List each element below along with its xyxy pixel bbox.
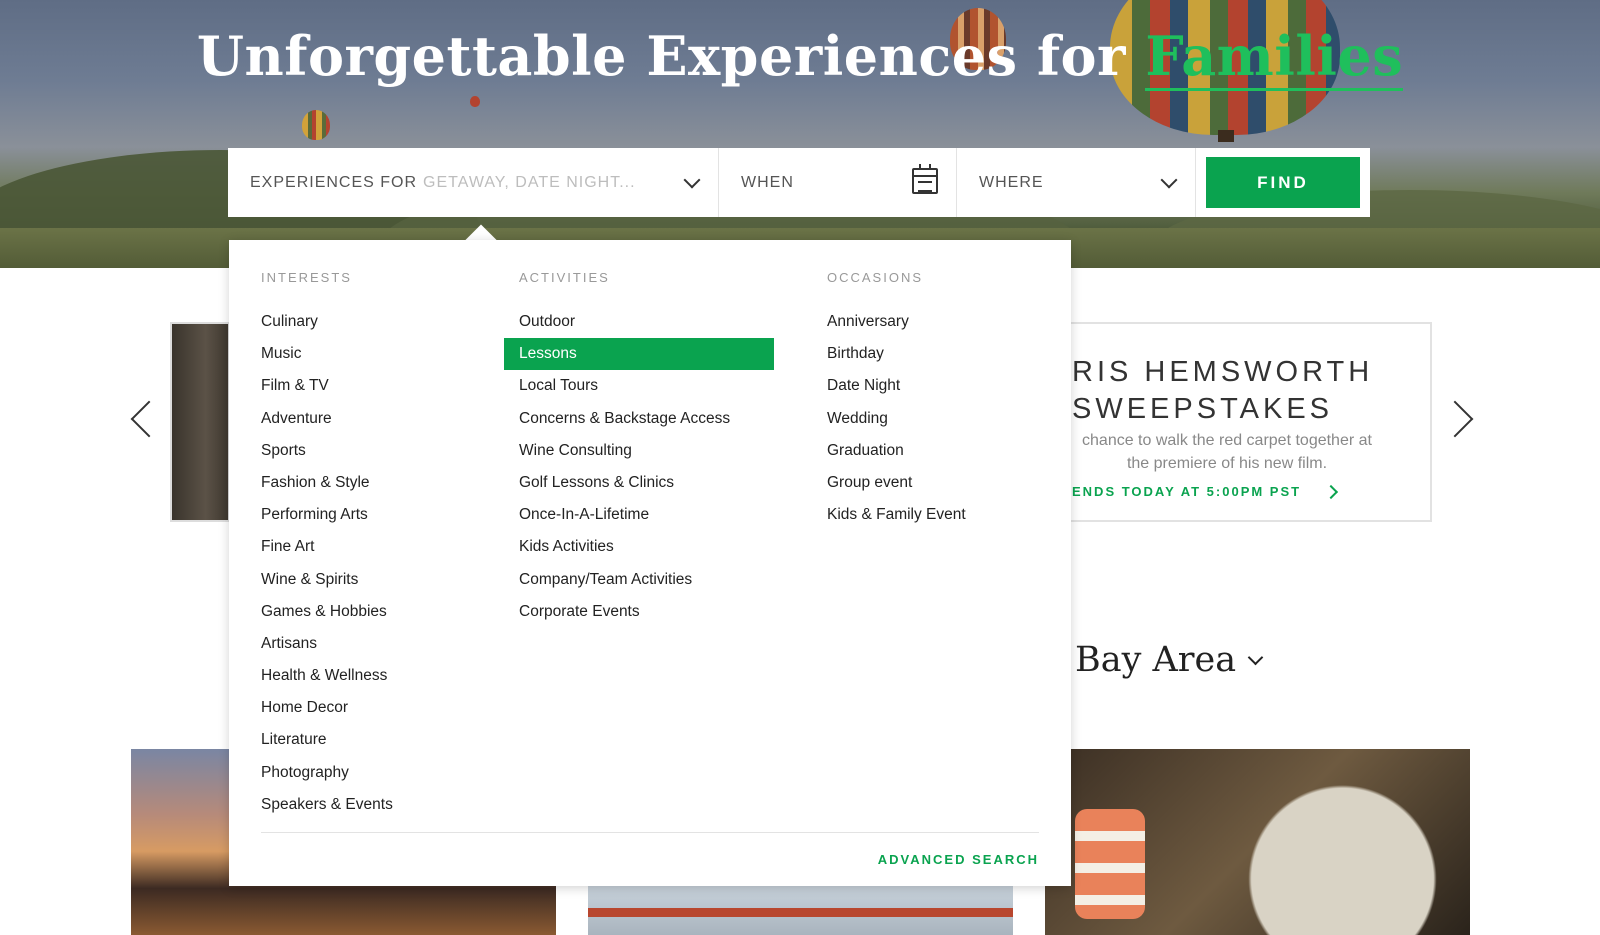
- hero-title-accent[interactable]: Families: [1145, 24, 1404, 91]
- carousel-prev-arrow-icon[interactable]: [130, 400, 168, 438]
- promo-title-line: RIS HEMSWORTH: [1072, 356, 1374, 388]
- menu-item-interest[interactable]: Health & Wellness: [261, 660, 491, 692]
- menu-item-activity[interactable]: Golf Lessons & Clinics: [504, 467, 774, 499]
- experiences-placeholder: Getaway, Date Night...: [423, 173, 636, 191]
- menu-item-activity[interactable]: Once-In-A-Lifetime: [504, 499, 774, 531]
- calendar-icon: [912, 164, 938, 194]
- where-select[interactable]: Where: [957, 148, 1196, 217]
- when-date-picker[interactable]: When: [719, 148, 957, 217]
- find-button[interactable]: FIND: [1206, 157, 1360, 208]
- advanced-search-link[interactable]: ADVANCED SEARCH: [878, 852, 1039, 867]
- when-label: When: [741, 173, 794, 191]
- menu-item-activity[interactable]: Local Tours: [504, 370, 774, 402]
- hot-air-balloon-image: [302, 110, 330, 140]
- menu-item-activity-selected[interactable]: Lessons: [504, 338, 774, 371]
- menu-item-interest[interactable]: Sports: [261, 435, 491, 467]
- where-label: Where: [979, 173, 1044, 191]
- experiences-label: Experiences for: [250, 173, 418, 191]
- promo-subtitle: chance to walk the red carpet together a…: [1082, 432, 1372, 472]
- carousel-prev-slide-image[interactable]: [170, 322, 230, 522]
- experiences-dropdown-menu: INTERESTS Culinary Music Film & TV Adven…: [229, 240, 1071, 886]
- chevron-down-icon[interactable]: [1247, 649, 1264, 666]
- menu-item-activity[interactable]: Outdoor: [504, 306, 774, 338]
- promo-card[interactable]: RIS HEMSWORTH SWEEPSTAKES chance to walk…: [1020, 322, 1432, 522]
- chevron-right-icon: [1323, 484, 1339, 500]
- menu-item-activity[interactable]: Company/Team Activities: [504, 564, 774, 596]
- menu-item-interest[interactable]: Fine Art: [261, 531, 491, 563]
- menu-item-interest[interactable]: Performing Arts: [261, 499, 491, 531]
- menu-item-activity[interactable]: Concerns & Backstage Access: [504, 403, 774, 435]
- carousel-next-arrow-icon[interactable]: [1436, 400, 1474, 438]
- occasions-heading: OCCASIONS: [827, 270, 924, 285]
- chevron-down-icon: [683, 171, 701, 188]
- menu-item-interest[interactable]: Literature: [261, 724, 491, 756]
- menu-item-occasion[interactable]: Wedding: [827, 403, 1057, 435]
- hero-title-text: Unforgettable Experiences for: [196, 24, 1146, 88]
- experience-card-image[interactable]: [1045, 749, 1470, 935]
- interests-heading: INTERESTS: [261, 270, 352, 285]
- menu-item-interest[interactable]: Adventure: [261, 403, 491, 435]
- menu-item-interest[interactable]: Fashion & Style: [261, 467, 491, 499]
- promo-cta-link[interactable]: ENDS TODAY AT 5:00PM PST: [1072, 484, 1301, 499]
- experiences-select[interactable]: Experiences for Getaway, Date Night...: [228, 148, 719, 217]
- balloon-basket-image: [1218, 130, 1234, 142]
- menu-item-activity[interactable]: Wine Consulting: [504, 435, 774, 467]
- menu-item-interest[interactable]: Wine & Spirits: [261, 564, 491, 596]
- dropdown-divider: [261, 832, 1039, 833]
- menu-item-interest[interactable]: Home Decor: [261, 692, 491, 724]
- menu-item-interest[interactable]: Culinary: [261, 306, 491, 338]
- menu-item-occasion[interactable]: Anniversary: [827, 306, 1057, 338]
- activities-heading: ACTIVITIES: [519, 270, 610, 285]
- promo-title-line: SWEEPSTAKES: [1072, 393, 1334, 425]
- menu-item-occasion[interactable]: Group event: [827, 467, 1057, 499]
- promo-title: RIS HEMSWORTH SWEEPSTAKES: [1072, 354, 1373, 428]
- menu-item-occasion[interactable]: Date Night: [827, 370, 1057, 402]
- activities-column: ACTIVITIES Outdoor Lessons Local Tours C…: [504, 270, 774, 628]
- menu-item-interest[interactable]: Speakers & Events: [261, 789, 491, 821]
- experience-card-image[interactable]: [588, 884, 1013, 935]
- occasions-column: OCCASIONS Anniversary Birthday Date Nigh…: [827, 270, 1057, 531]
- menu-item-occasion[interactable]: Birthday: [827, 338, 1057, 370]
- search-bar: Experiences for Getaway, Date Night... W…: [228, 148, 1370, 217]
- menu-item-occasion[interactable]: Graduation: [827, 435, 1057, 467]
- menu-item-activity[interactable]: Corporate Events: [504, 596, 774, 628]
- menu-item-activity[interactable]: Kids Activities: [504, 531, 774, 563]
- chevron-down-icon: [1160, 171, 1178, 188]
- hero-title: Unforgettable Experiences for Families: [0, 24, 1600, 91]
- region-title[interactable]: Bay Area: [1075, 640, 1236, 680]
- hero-banner: Unforgettable Experiences for Families: [0, 0, 1600, 268]
- menu-item-interest[interactable]: Photography: [261, 757, 491, 789]
- menu-item-interest[interactable]: Music: [261, 338, 491, 370]
- hot-air-balloon-image: [470, 96, 480, 107]
- menu-item-interest[interactable]: Games & Hobbies: [261, 596, 491, 628]
- interests-column: INTERESTS Culinary Music Film & TV Adven…: [261, 270, 491, 821]
- menu-item-occasion[interactable]: Kids & Family Event: [827, 499, 1057, 531]
- menu-item-interest[interactable]: Artisans: [261, 628, 491, 660]
- menu-item-interest[interactable]: Film & TV: [261, 370, 491, 402]
